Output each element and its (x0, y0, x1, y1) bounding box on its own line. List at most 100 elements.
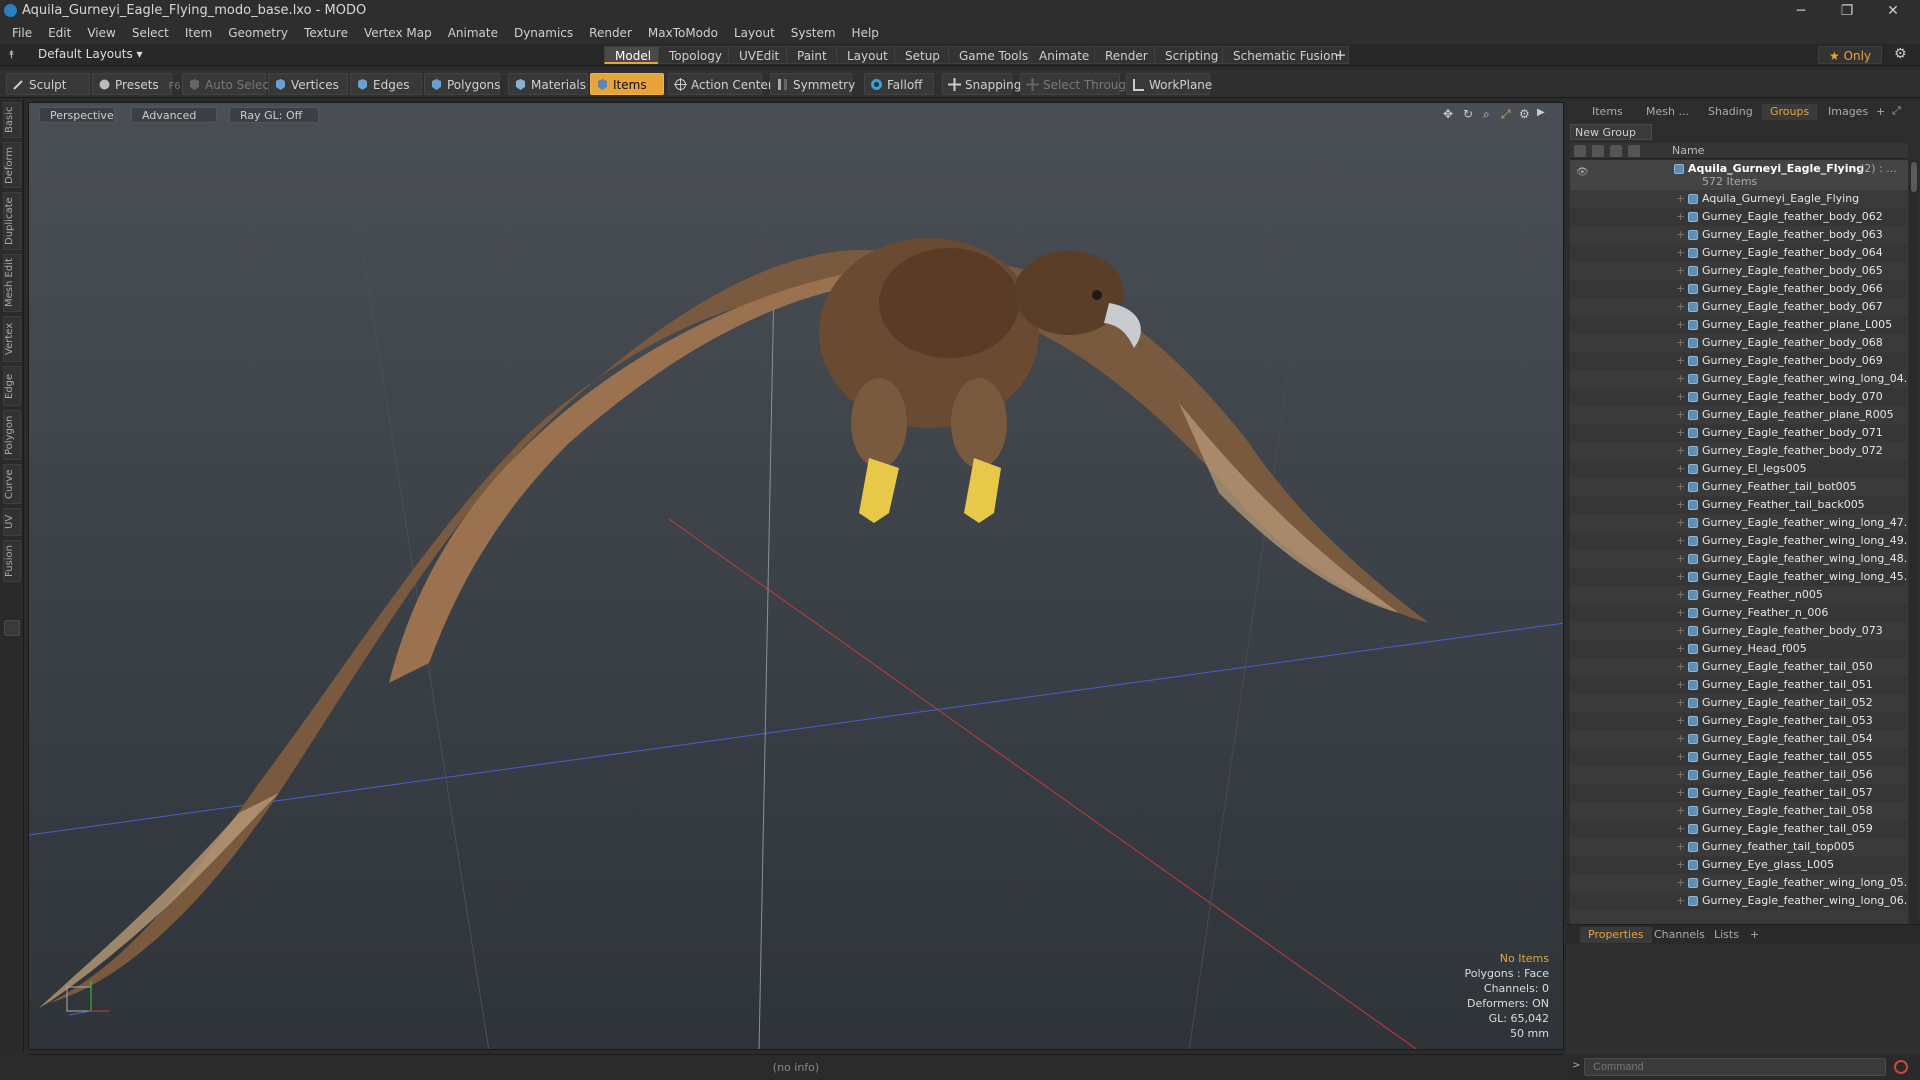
tab-groups[interactable]: Groups (1762, 104, 1818, 120)
expand-icon[interactable]: + (1676, 280, 1685, 298)
expand-icon[interactable]: + (1676, 730, 1685, 748)
tab-schematic-fusion[interactable]: Schematic Fusion (1222, 46, 1350, 64)
vtab-duplicate[interactable]: Duplicate (3, 192, 21, 250)
list-item[interactable]: + Gurney_Eagle_feather_wing_long_47... (1570, 514, 1908, 532)
expand-icon[interactable]: + (1676, 748, 1685, 766)
list-item[interactable]: + Gurney_Eye_glass_L005 (1570, 856, 1908, 874)
group-row[interactable]: 👁 Aquila_Gurneyi_Eagle_Flying (2) : ... … (1570, 160, 1908, 190)
list-item[interactable]: + Gurney_El_legs005 (1570, 460, 1908, 478)
expand-icon[interactable]: + (1676, 568, 1685, 586)
menu-view[interactable]: View (79, 22, 123, 44)
render-column-icon[interactable] (1592, 145, 1604, 157)
expand-icon[interactable]: + (1676, 244, 1685, 262)
tab-setup[interactable]: Setup (894, 46, 951, 64)
menu-system[interactable]: System (783, 22, 844, 44)
expand-icon[interactable]: + (1676, 820, 1685, 838)
list-item[interactable]: + Gurney_Eagle_feather_tail_051 (1570, 676, 1908, 694)
vtab-deform[interactable]: Deform (3, 142, 21, 188)
new-group-button[interactable]: New Group (1570, 124, 1652, 140)
menu-dynamics[interactable]: Dynamics (506, 22, 581, 44)
tab-items[interactable]: Items (1584, 104, 1631, 120)
list-item[interactable]: + Gurney_Eagle_feather_tail_056 (1570, 766, 1908, 784)
tab-animate[interactable]: Animate (1028, 46, 1101, 64)
close-button[interactable]: ✕ (1870, 0, 1916, 22)
tab-game-tools[interactable]: Game Tools (948, 46, 1040, 64)
tab-layout[interactable]: Layout (836, 46, 899, 64)
select-column-icon[interactable] (1628, 145, 1640, 157)
expand-icon[interactable]: + (1676, 586, 1685, 604)
menu-file[interactable]: File (4, 22, 40, 44)
list-item[interactable]: + Gurney_Eagle_feather_body_072 (1570, 442, 1908, 460)
list-item[interactable]: + Gurney_Eagle_feather_body_071 (1570, 424, 1908, 442)
list-item[interactable]: + Gurney_Eagle_feather_tail_052 (1570, 694, 1908, 712)
shading-mode-button[interactable]: Advanced (131, 107, 217, 123)
menu-edit[interactable]: Edit (40, 22, 79, 44)
vertices-button[interactable]: Vertices 1 (268, 73, 357, 95)
expand-icon[interactable]: + (1676, 712, 1685, 730)
list-item[interactable]: + Gurney_Eagle_feather_body_066 (1570, 280, 1908, 298)
add-properties-tab-button[interactable]: + (1742, 927, 1767, 943)
vtab-edge[interactable]: Edge (3, 366, 21, 406)
maximize-button[interactable]: ❐ (1824, 0, 1870, 22)
list-item[interactable]: + Gurney_feather_tail_top005 (1570, 838, 1908, 856)
zoom-view-icon[interactable]: ⌕ (1483, 107, 1490, 122)
list-item[interactable]: + Gurney_Eagle_feather_plane_L005 (1570, 316, 1908, 334)
list-item[interactable]: + Gurney_Eagle_feather_tail_058 (1570, 802, 1908, 820)
layout-selector[interactable]: Default Layouts ▾ (38, 47, 143, 61)
command-input[interactable] (1584, 1058, 1886, 1076)
expand-icon[interactable]: + (1676, 442, 1685, 460)
raygl-button[interactable]: Ray GL: Off (229, 107, 319, 123)
expand-icon[interactable]: + (1676, 334, 1685, 352)
tab-paint[interactable]: Paint (786, 46, 838, 64)
presets-button[interactable]: Presets F6 (92, 73, 181, 95)
expand-icon[interactable]: + (1676, 478, 1685, 496)
expand-icon[interactable]: + (1676, 460, 1685, 478)
snapping-button[interactable]: Snapping (942, 73, 1021, 95)
tab-lists[interactable]: Lists (1706, 927, 1747, 943)
tab-scripting[interactable]: Scripting (1154, 46, 1230, 64)
tab-properties[interactable]: Properties (1580, 927, 1652, 943)
fit-view-icon[interactable]: ⤢ (1501, 107, 1511, 122)
scrollbar-thumb[interactable] (1911, 162, 1917, 192)
menu-texture[interactable]: Texture (296, 22, 356, 44)
menu-layout[interactable]: Layout (726, 22, 783, 44)
menu-render[interactable]: Render (581, 22, 640, 44)
expand-icon[interactable]: + (1676, 190, 1685, 208)
tab-model[interactable]: Model (604, 46, 663, 64)
expand-icon[interactable]: + (1676, 838, 1685, 856)
vtab-basic[interactable]: Basic (3, 102, 21, 138)
viewport-menu-icon[interactable]: ▶ (1537, 107, 1545, 118)
list-item[interactable]: + Gurney_Eagle_feather_tail_054 (1570, 730, 1908, 748)
expand-icon[interactable]: + (1676, 622, 1685, 640)
menu-vertex-map[interactable]: Vertex Map (356, 22, 440, 44)
expand-icon[interactable]: + (1676, 874, 1685, 892)
list-item[interactable]: + Gurney_Feather_tail_back005 (1570, 496, 1908, 514)
tab-mesh[interactable]: Mesh ... (1638, 104, 1697, 120)
menu-select[interactable]: Select (124, 22, 177, 44)
list-scrollbar[interactable] (1910, 160, 1918, 1020)
list-item[interactable]: + Gurney_Feather_tail_bot005 (1570, 478, 1908, 496)
polygons-button[interactable]: Polygons (424, 73, 500, 95)
tab-topology[interactable]: Topology (658, 46, 733, 64)
list-item[interactable]: + Gurney_Eagle_feather_wing_long_04... (1570, 370, 1908, 388)
menu-item[interactable]: Item (177, 22, 220, 44)
expand-icon[interactable]: + (1676, 532, 1685, 550)
list-item[interactable]: + Gurney_Eagle_feather_wing_long_45... (1570, 568, 1908, 586)
auto-select-button[interactable]: Auto Select (182, 73, 274, 95)
list-item[interactable]: + Gurney_Feather_n005 (1570, 586, 1908, 604)
list-item[interactable]: + Gurney_Eagle_feather_plane_R005 (1570, 406, 1908, 424)
expand-icon[interactable]: + (1676, 640, 1685, 658)
expand-icon[interactable]: + (1676, 424, 1685, 442)
expand-icon[interactable]: + (1676, 550, 1685, 568)
view-mode-button[interactable]: Perspective (39, 107, 115, 123)
list-item[interactable]: + Gurney_Feather_n_006 (1570, 604, 1908, 622)
falloff-button[interactable]: Falloff (864, 73, 934, 95)
vtab-curve[interactable]: Curve (3, 464, 21, 504)
list-item[interactable]: + Gurney_Eagle_feather_body_069 (1570, 352, 1908, 370)
expand-icon[interactable]: + (1676, 370, 1685, 388)
groups-list[interactable]: 👁 Aquila_Gurneyi_Eagle_Flying (2) : ... … (1570, 160, 1908, 1020)
toolbox-toggle-button[interactable] (4, 620, 20, 636)
3d-viewport[interactable]: Perspective Advanced Ray GL: Off ✥ ↻ ⌕ ⤢… (28, 102, 1564, 1050)
list-item[interactable]: + Gurney_Eagle_feather_body_068 (1570, 334, 1908, 352)
tab-shading[interactable]: Shading (1700, 104, 1761, 120)
